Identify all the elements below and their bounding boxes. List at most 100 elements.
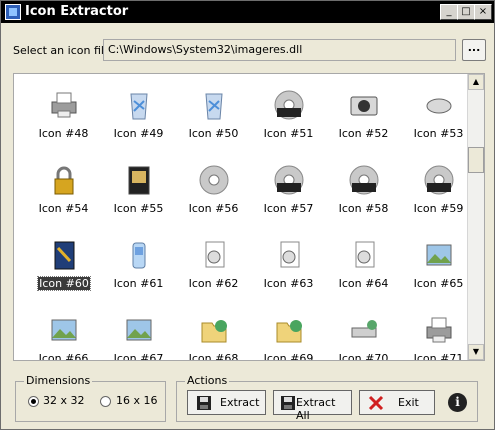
recycle-bin-empty-icon: [205, 93, 223, 120]
icon-label: Icon #68: [188, 352, 239, 361]
icon-cell[interactable]: Icon #58: [326, 156, 401, 231]
network-drive-icon: [351, 320, 377, 338]
icon-cell[interactable]: Icon #53: [401, 81, 476, 156]
scroll-up-button[interactable]: ▲: [468, 74, 484, 90]
icon-cell[interactable]: Icon #56: [176, 156, 251, 231]
recycle-bin-full-icon: [130, 93, 148, 120]
title-bar[interactable]: Icon Extractor _ □ ×: [1, 1, 494, 23]
lock-icon: [54, 166, 74, 195]
icon-cell[interactable]: Icon #59: [401, 156, 476, 231]
printer-icon: [426, 317, 452, 343]
camera-icon: [350, 96, 378, 116]
maximize-button[interactable]: □: [457, 4, 475, 20]
scroll-thumb[interactable]: [468, 147, 484, 173]
icon-cell[interactable]: Icon #67: [101, 306, 176, 361]
icon-cell[interactable]: Icon #57: [251, 156, 326, 231]
radio-16-label[interactable]: 16 x 16: [116, 394, 158, 407]
cd-rw-icon: [424, 165, 454, 195]
icon-label: Icon #70: [338, 352, 389, 361]
icon-cell[interactable]: Icon #49: [101, 81, 176, 156]
icon-cell[interactable]: Icon #69: [251, 306, 326, 361]
radio-32[interactable]: [28, 396, 39, 407]
icon-cell[interactable]: Icon #62: [176, 231, 251, 306]
icon-label: Icon #71: [413, 352, 464, 361]
minimize-button[interactable]: _: [440, 4, 458, 20]
icon-label: Icon #49: [113, 127, 164, 140]
landscape-picture-icon: [51, 319, 77, 341]
icon-cell[interactable]: Icon #54: [26, 156, 101, 231]
icon-label: Icon #63: [263, 277, 314, 290]
exit-label: Exit: [398, 396, 419, 409]
actions-legend: Actions: [185, 374, 230, 387]
file-path-field[interactable]: C:\Windows\System32\imageres.dll: [103, 39, 456, 61]
radio-16[interactable]: [100, 396, 111, 407]
icon-cell[interactable]: Icon #60: [26, 231, 101, 306]
extract-all-label: Extract All: [296, 396, 336, 422]
icon-list[interactable]: Icon #48 Icon #49 Icon #50 Icon #51 Icon #52…: [13, 73, 485, 361]
icon-label: Icon #55: [113, 202, 164, 215]
icon-cell[interactable]: Icon #50: [176, 81, 251, 156]
icon-cell[interactable]: Icon #70: [326, 306, 401, 361]
icon-cell[interactable]: Icon #63: [251, 231, 326, 306]
mouse-icon: [426, 98, 452, 114]
icon-cell[interactable]: Icon #64: [326, 231, 401, 306]
icon-label: Icon #56: [188, 202, 239, 215]
file-label: Select an icon file:: [13, 44, 115, 57]
book-icon: [54, 241, 75, 270]
icon-label: Icon #60: [37, 276, 91, 291]
network-folder-open-icon: [276, 320, 302, 343]
icon-cell[interactable]: Icon #71: [401, 306, 476, 361]
document-settings-icon: [205, 241, 225, 268]
extract-all-button[interactable]: Extract All: [273, 390, 352, 422]
browse-button[interactable]: ...: [462, 39, 486, 61]
mobile-device-icon: [132, 242, 146, 269]
vertical-scrollbar[interactable]: ▲ ▼: [467, 74, 484, 360]
app-icon: [5, 4, 21, 20]
icon-label: Icon #54: [38, 202, 89, 215]
gear-document-icon: [355, 241, 375, 268]
icon-label: Icon #53: [413, 127, 464, 140]
icon-label: Icon #51: [263, 127, 314, 140]
exit-button[interactable]: Exit: [359, 390, 435, 415]
icon-cell[interactable]: Icon #52: [326, 81, 401, 156]
dimensions-legend: Dimensions: [24, 374, 93, 387]
wallpaper-icon: [126, 319, 152, 341]
icon-label: Icon #67: [113, 352, 164, 361]
extract-button[interactable]: Extract: [187, 390, 266, 415]
cd-icon: [199, 165, 229, 195]
red-x-icon: [368, 395, 384, 411]
icon-label: Icon #52: [338, 127, 389, 140]
printer-icon: [51, 92, 77, 118]
icon-label: Icon #65: [413, 277, 464, 290]
icon-cell[interactable]: Icon #51: [251, 81, 326, 156]
icon-cell[interactable]: Icon #66: [26, 306, 101, 361]
radio-32-label[interactable]: 32 x 32: [43, 394, 85, 407]
media-player-icon: [128, 166, 150, 195]
floppy-disk-icon: [197, 396, 211, 410]
icon-cell[interactable]: Icon #61: [101, 231, 176, 306]
icon-label: Icon #50: [188, 127, 239, 140]
icon-label: Icon #48: [38, 127, 89, 140]
icon-cell[interactable]: Icon #55: [101, 156, 176, 231]
icon-label: Icon #57: [263, 202, 314, 215]
icon-label: Icon #66: [38, 352, 89, 361]
icon-label: Icon #69: [263, 352, 314, 361]
window-title: Icon Extractor: [25, 4, 129, 19]
cd-r-icon: [274, 165, 304, 195]
photo-icon: [426, 244, 452, 266]
icon-cell[interactable]: Icon #68: [176, 306, 251, 361]
close-button[interactable]: ×: [474, 4, 492, 20]
icon-label: Icon #59: [413, 202, 464, 215]
icon-label: Icon #62: [188, 277, 239, 290]
icon-cell[interactable]: Icon #48: [26, 81, 101, 156]
cd-rom-icon: [349, 165, 379, 195]
info-button[interactable]: i: [448, 393, 467, 412]
floppy-disk-icon: [281, 396, 295, 410]
extract-label: Extract: [220, 396, 260, 409]
icon-cell[interactable]: Icon #65: [401, 231, 476, 306]
scroll-down-button[interactable]: ▼: [468, 344, 484, 360]
icon-label: Icon #58: [338, 202, 389, 215]
icon-label: Icon #61: [113, 277, 164, 290]
main-window: Icon Extractor _ □ × Select an icon file…: [0, 0, 495, 430]
dvd-icon: [274, 90, 304, 120]
